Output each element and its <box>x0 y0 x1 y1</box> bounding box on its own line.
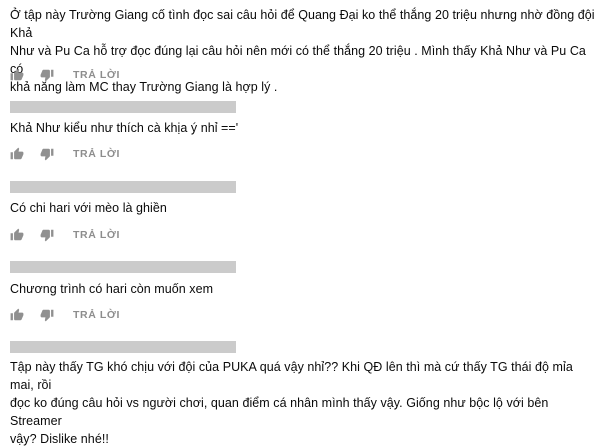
reply-button[interactable]: TRẢ LỜI <box>73 148 120 160</box>
thumbs-down-icon[interactable] <box>40 308 54 322</box>
comment-text-line: Tập này thấy TG khó chịu với đội của PUK… <box>10 360 573 392</box>
author-name-redacted <box>10 261 236 273</box>
comment-text: Có chi hari với mèo là ghiền <box>10 199 598 217</box>
comment-text-line: Có chi hari với mèo là ghiền <box>10 201 167 215</box>
reply-button[interactable]: TRẢ LỜI <box>73 309 120 321</box>
comment-text: Tập này thấy TG khó chịu với đội của PUK… <box>10 358 598 448</box>
author-name-redacted <box>10 181 236 193</box>
thumbs-down-icon[interactable] <box>40 68 54 82</box>
comment-text-line: Ở tập này Trường Giang cố tình đọc sai c… <box>10 8 595 40</box>
thumbs-down-icon[interactable] <box>40 228 54 242</box>
comment-actions: TRẢ LỜI <box>10 227 120 243</box>
reply-button[interactable]: TRẢ LỜI <box>73 229 120 241</box>
comment-text-line: Khả Như kiểu như thích cà khịa ý nhỉ ==' <box>10 121 239 135</box>
author-name-redacted <box>10 101 236 113</box>
thumbs-up-icon[interactable] <box>10 68 24 82</box>
comment-text: Chương trình có hari còn muốn xem <box>10 280 598 298</box>
thumbs-down-icon[interactable] <box>40 147 54 161</box>
comment-text-line: Chương trình có hari còn muốn xem <box>10 282 214 296</box>
comment-text: Khả Như kiểu như thích cà khịa ý nhỉ ==' <box>10 119 598 137</box>
thumbs-up-icon[interactable] <box>10 228 24 242</box>
thumbs-up-icon[interactable] <box>10 308 24 322</box>
comment-actions: TRẢ LỜI <box>10 67 120 83</box>
comment-text-line: vậy? Dislike nhé!! <box>10 432 109 446</box>
comment-actions: TRẢ LỜI <box>10 146 120 162</box>
comment-actions: TRẢ LỜI <box>10 307 120 323</box>
author-name-redacted <box>10 341 236 353</box>
thumbs-up-icon[interactable] <box>10 147 24 161</box>
reply-button[interactable]: TRẢ LỜI <box>73 69 120 81</box>
